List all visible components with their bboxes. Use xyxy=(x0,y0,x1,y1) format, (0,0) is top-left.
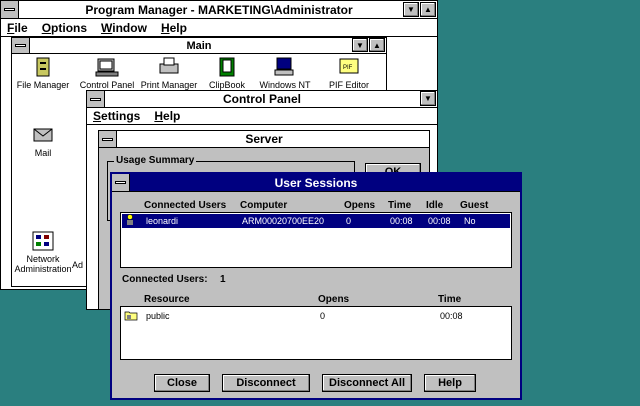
server-titlebar[interactable]: Server xyxy=(99,131,429,148)
col-guest: Guest xyxy=(460,200,489,211)
col-resource-time: Time xyxy=(438,294,462,305)
file-manager-icon[interactable]: File Manager xyxy=(8,56,78,90)
col-time: Time xyxy=(388,200,412,211)
cell-resource-opens: 0 xyxy=(320,311,326,321)
cell-resource: public xyxy=(146,311,170,321)
main-group-titlebar[interactable]: Main ▼ ▲ xyxy=(12,38,386,54)
connected-users-list[interactable]: leonardi ARM00020700EE20 0 00:08 00:08 N… xyxy=(120,212,512,268)
cell-computer: ARM00020700EE20 xyxy=(242,216,325,226)
connected-users-label: Connected Users: xyxy=(122,274,208,285)
help-button[interactable]: Help xyxy=(424,374,476,392)
col-resource: Resource xyxy=(144,294,190,305)
server-title: Server xyxy=(245,132,283,146)
main-system-menu-icon[interactable] xyxy=(12,38,30,53)
user-sessions-dialog: User Sessions Connected Users Computer O… xyxy=(110,172,522,400)
col-computer: Computer xyxy=(240,200,288,211)
cell-user: leonardi xyxy=(146,216,179,226)
main-maximize-button[interactable]: ▲ xyxy=(369,38,385,52)
cell-guest: No xyxy=(464,216,476,226)
col-opens: Opens xyxy=(344,200,376,211)
menu-settings[interactable]: Settings xyxy=(93,109,140,123)
system-menu-icon[interactable] xyxy=(1,1,19,18)
maximize-button[interactable]: ▲ xyxy=(420,2,436,17)
menu-help[interactable]: Help xyxy=(161,21,187,35)
menu-cp-help[interactable]: Help xyxy=(154,109,180,123)
shared-folder-icon xyxy=(124,309,138,323)
network-administration-icon[interactable]: Network Administration xyxy=(8,230,78,274)
user-icon xyxy=(124,214,136,228)
close-button[interactable]: Close xyxy=(154,374,210,392)
program-manager-titlebar[interactable]: Program Manager - MARKETING\Administrato… xyxy=(1,1,437,19)
disconnect-all-button[interactable]: Disconnect All xyxy=(322,374,412,392)
cell-time: 00:08 xyxy=(390,216,413,226)
control-panel-menubar: Settings Help xyxy=(87,108,437,125)
usage-summary-label: Usage Summary xyxy=(114,155,197,166)
server-system-menu-icon[interactable] xyxy=(99,131,117,147)
control-panel-titlebar[interactable]: Control Panel ▼ xyxy=(87,91,437,108)
table-row[interactable]: leonardi ARM00020700EE20 0 00:08 00:08 N… xyxy=(122,214,510,228)
resources-list[interactable]: public 0 00:08 xyxy=(120,306,512,360)
control-panel-system-menu-icon[interactable] xyxy=(87,91,105,107)
program-manager-title: Program Manager - MARKETING\Administrato… xyxy=(85,2,353,17)
user-sessions-titlebar[interactable]: User Sessions xyxy=(112,174,520,192)
cell-resource-time: 00:08 xyxy=(440,311,463,321)
main-group-title: Main xyxy=(186,39,212,52)
main-minimize-button[interactable]: ▼ xyxy=(352,38,368,52)
minimize-button[interactable]: ▼ xyxy=(403,2,419,17)
control-panel-icon[interactable]: Control Panel xyxy=(72,56,142,90)
menu-file[interactable]: File xyxy=(7,21,28,35)
col-connected-users: Connected Users xyxy=(144,200,227,211)
cell-idle: 00:08 xyxy=(428,216,451,226)
program-manager-menubar: File Options Window Help xyxy=(1,19,437,37)
cell-opens: 0 xyxy=(346,216,352,226)
user-sessions-system-menu-icon[interactable] xyxy=(112,174,130,191)
svg-text:PIF: PIF xyxy=(343,65,353,71)
disconnect-button[interactable]: Disconnect xyxy=(222,374,310,392)
control-panel-minimize-button[interactable]: ▼ xyxy=(420,91,436,106)
col-resource-opens: Opens xyxy=(318,294,350,305)
control-panel-title: Control Panel xyxy=(222,92,301,106)
col-idle: Idle xyxy=(426,200,444,211)
mail-icon[interactable]: Mail xyxy=(8,124,78,158)
menu-options[interactable]: Options xyxy=(42,21,87,35)
user-sessions-title: User Sessions xyxy=(274,175,358,190)
menu-window[interactable]: Window xyxy=(101,21,147,35)
pif-editor-icon[interactable]: PIF PIF Editor xyxy=(314,56,384,90)
connected-users-count: 1 xyxy=(220,274,226,285)
windows-nt-icon[interactable]: Windows NT xyxy=(250,56,320,90)
list-item[interactable]: public 0 00:08 xyxy=(122,309,510,323)
